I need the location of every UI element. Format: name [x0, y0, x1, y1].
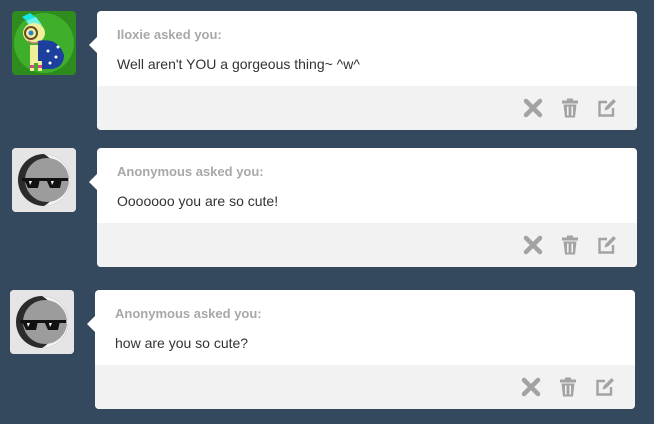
edit-icon[interactable]	[597, 235, 617, 255]
ask-footer	[97, 223, 637, 267]
ask-card: Anonymous asked you: Ooooooo you are so …	[89, 148, 637, 267]
ask-item: Iloxie asked you: Well aren't YOU a gorg…	[0, 0, 654, 140]
question-text: Ooooooo you are so cute!	[117, 193, 279, 209]
delete-x-icon[interactable]	[521, 377, 541, 397]
ask-footer	[95, 365, 635, 409]
ask-actions	[523, 235, 617, 255]
avatar[interactable]	[10, 290, 74, 354]
question-text: Well aren't YOU a gorgeous thing~ ^w^	[117, 56, 360, 72]
trash-icon[interactable]	[560, 98, 580, 118]
delete-x-icon[interactable]	[523, 98, 543, 118]
ask-card: Anonymous asked you: how are you so cute…	[87, 290, 635, 409]
ask-item: Anonymous asked you: how are you so cute…	[0, 280, 654, 420]
anonymous-sunglasses-avatar-icon	[10, 290, 74, 354]
ask-item: Anonymous asked you: Ooooooo you are so …	[0, 140, 654, 280]
asker-name[interactable]: Anonymous asked you:	[115, 306, 262, 321]
ask-footer	[97, 86, 637, 130]
trash-icon[interactable]	[560, 235, 580, 255]
delete-x-icon[interactable]	[523, 235, 543, 255]
ask-actions	[523, 98, 617, 118]
question-text: how are you so cute?	[115, 335, 249, 351]
avatar[interactable]	[12, 11, 76, 75]
ask-card: Iloxie asked you: Well aren't YOU a gorg…	[89, 11, 637, 130]
avatar[interactable]	[12, 148, 76, 212]
pony-avatar-icon	[12, 11, 76, 75]
anonymous-sunglasses-avatar-icon	[12, 148, 76, 212]
edit-icon[interactable]	[597, 98, 617, 118]
ask-actions	[521, 377, 615, 397]
edit-icon[interactable]	[595, 377, 615, 397]
asker-name[interactable]: Anonymous asked you:	[117, 164, 264, 179]
asker-name[interactable]: Iloxie asked you:	[117, 27, 222, 42]
trash-icon[interactable]	[558, 377, 578, 397]
